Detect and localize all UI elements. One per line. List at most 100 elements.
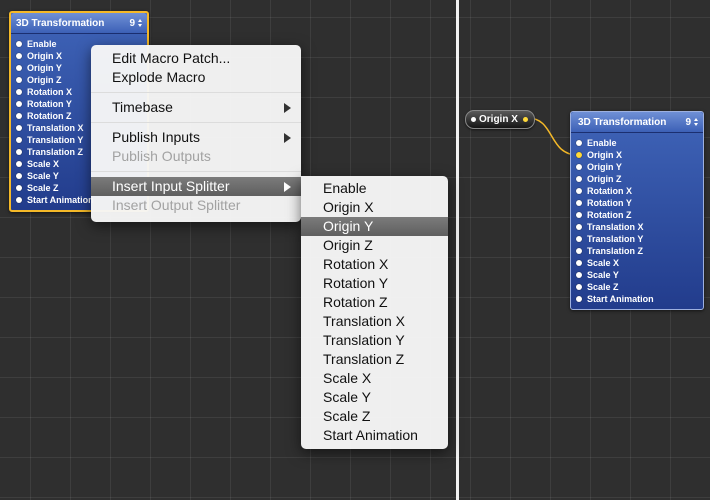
menu-item-label: Timebase (112, 99, 173, 115)
port-label: Scale Z (27, 183, 59, 193)
port-label: Origin Z (587, 174, 622, 184)
input-port[interactable]: Translation X (571, 221, 703, 233)
port-dot-icon (576, 200, 582, 206)
port-label: Translation X (27, 123, 84, 133)
input-port[interactable]: Scale X (571, 257, 703, 269)
port-label: Origin Y (27, 63, 62, 73)
menu-item-explode-macro[interactable]: Explode Macro (91, 68, 301, 87)
menu-item-publish-outputs: Publish Outputs (112, 148, 211, 164)
port-label: Scale Y (587, 270, 619, 280)
patch-count[interactable]: 9 (685, 117, 699, 128)
splitter-input-port-icon[interactable] (471, 117, 476, 122)
port-label: Origin X (587, 150, 623, 160)
port-dot-icon (576, 140, 582, 146)
port-dot-icon (16, 101, 22, 107)
port-dot-icon (16, 53, 22, 59)
input-port[interactable]: Origin Z (571, 173, 703, 185)
port-label: Rotation Y (587, 198, 632, 208)
port-dot-icon (576, 164, 582, 170)
input-port[interactable]: Enable (571, 137, 703, 149)
patch-header[interactable]: 3D Transformation 9 (571, 112, 703, 133)
patch-count-value: 9 (685, 116, 691, 128)
submenu-item-translation-z[interactable]: Translation Z (301, 350, 448, 369)
port-dot-icon (576, 188, 582, 194)
right-3d-transformation-patch[interactable]: 3D Transformation 9 Enable Origin X Orig… (570, 111, 704, 310)
port-dot-icon (16, 77, 22, 83)
submenu-item-origin-z[interactable]: Origin Z (301, 236, 448, 255)
port-label: Scale X (587, 258, 620, 268)
port-dot-icon (576, 212, 582, 218)
port-label: Start Animation (27, 195, 94, 205)
menu-item-timebase[interactable]: Timebase (91, 98, 301, 117)
submenu-item-rotation-y[interactable]: Rotation Y (301, 274, 448, 293)
port-label: Translation X (587, 222, 644, 232)
input-port[interactable]: Rotation Y (571, 197, 703, 209)
patch-header[interactable]: 3D Transformation 9 (11, 13, 147, 34)
submenu-item-origin-y[interactable]: Origin Y (301, 217, 448, 236)
menu-item-insert-input-splitter[interactable]: Insert Input Splitter (91, 177, 301, 196)
patch-count-value: 9 (129, 17, 135, 29)
submenu-item-rotation-x[interactable]: Rotation X (301, 255, 448, 274)
port-label: Rotation Z (27, 111, 72, 121)
submenu-item-scale-z[interactable]: Scale Z (301, 407, 448, 426)
menu-separator (91, 171, 301, 172)
stepper-icon (138, 19, 143, 27)
port-dot-connected-icon (576, 152, 582, 158)
port-dot-icon (16, 161, 22, 167)
patch-title: 3D Transformation (578, 116, 667, 128)
port-label: Rotation X (27, 87, 72, 97)
port-dot-icon (576, 224, 582, 230)
input-port[interactable]: Scale Z (571, 281, 703, 293)
input-port[interactable]: Scale Y (571, 269, 703, 281)
input-port[interactable]: Rotation Z (571, 209, 703, 221)
port-dot-icon (16, 137, 22, 143)
input-port[interactable]: Origin Y (571, 161, 703, 173)
input-port[interactable]: Translation Y (571, 233, 703, 245)
port-dot-icon (576, 248, 582, 254)
port-label: Translation Y (587, 234, 644, 244)
stepper-icon (694, 118, 699, 126)
submenu-item-origin-x[interactable]: Origin X (301, 198, 448, 217)
port-label: Scale X (27, 159, 60, 169)
splitter-label: Origin X (479, 114, 518, 125)
port-dot-icon (576, 296, 582, 302)
patch-port-list: Enable Origin X Origin Y Origin Z Rotati… (571, 133, 703, 309)
menu-item-publish-inputs[interactable]: Publish Inputs (91, 128, 301, 147)
port-dot-icon (576, 176, 582, 182)
submenu-item-rotation-z[interactable]: Rotation Z (301, 293, 448, 312)
input-port[interactable]: Rotation X (571, 185, 703, 197)
port-dot-icon (576, 260, 582, 266)
submenu-arrow-icon (284, 133, 291, 143)
patch-context-menu: Edit Macro Patch... Explode Macro Timeba… (91, 45, 301, 222)
submenu-item-start-animation[interactable]: Start Animation (301, 426, 448, 445)
submenu-item-enable[interactable]: Enable (301, 179, 448, 198)
submenu-item-translation-y[interactable]: Translation Y (301, 331, 448, 350)
splitter-output-port-icon[interactable] (522, 117, 528, 122)
port-dot-icon (16, 65, 22, 71)
port-label: Origin X (27, 51, 63, 61)
insert-input-splitter-submenu: Enable Origin X Origin Y Origin Z Rotati… (301, 176, 448, 449)
input-port[interactable]: Start Animation (571, 293, 703, 305)
menu-item-label: Publish Inputs (112, 129, 200, 145)
input-splitter-patch[interactable]: Origin X (465, 110, 535, 129)
port-dot-icon (576, 272, 582, 278)
port-dot-icon (16, 173, 22, 179)
port-label: Translation Z (587, 246, 644, 256)
port-label: Translation Z (27, 147, 84, 157)
port-label: Translation Y (27, 135, 84, 145)
port-label: Origin Y (587, 162, 622, 172)
submenu-item-scale-x[interactable]: Scale X (301, 369, 448, 388)
input-port[interactable]: Translation Z (571, 245, 703, 257)
port-label: Start Animation (587, 294, 654, 304)
menu-item-edit-macro-patch[interactable]: Edit Macro Patch... (91, 49, 301, 68)
port-label: Rotation Y (27, 99, 72, 109)
patch-count[interactable]: 9 (129, 18, 143, 29)
submenu-item-scale-y[interactable]: Scale Y (301, 388, 448, 407)
port-label: Scale Z (587, 282, 619, 292)
port-dot-icon (16, 41, 22, 47)
port-dot-icon (16, 197, 22, 203)
input-port-connected[interactable]: Origin X (571, 149, 703, 161)
port-label: Rotation Z (587, 210, 632, 220)
submenu-item-translation-x[interactable]: Translation X (301, 312, 448, 331)
port-label: Enable (587, 138, 617, 148)
